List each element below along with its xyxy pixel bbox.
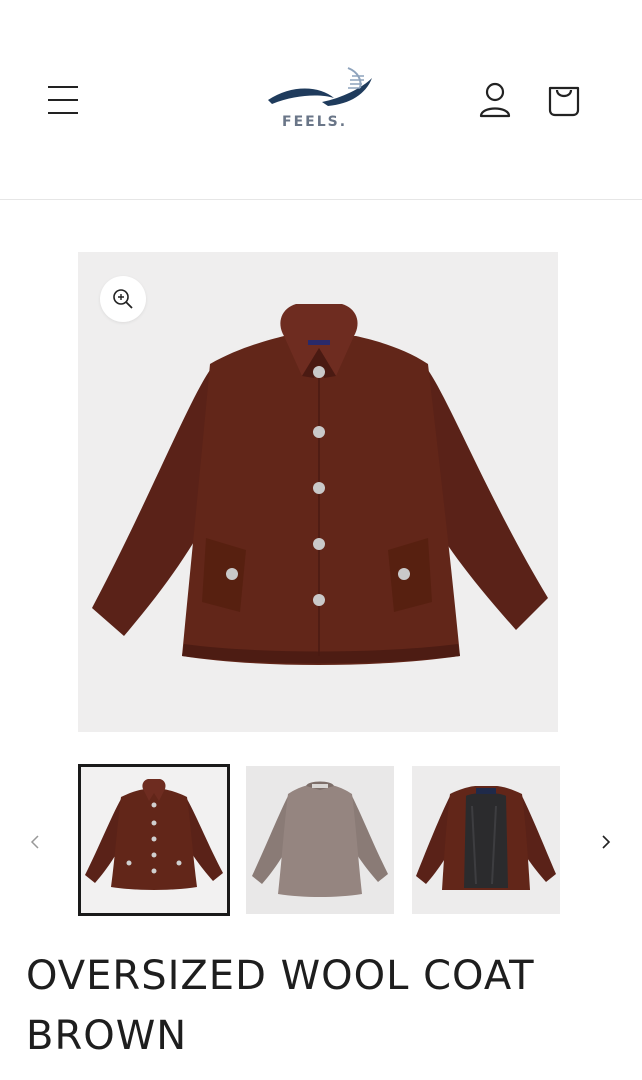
hamburger-icon <box>48 86 78 88</box>
thumbnail-1[interactable] <box>78 764 230 916</box>
cart-button[interactable] <box>546 82 582 118</box>
site-header: FEELS. <box>0 0 642 200</box>
product-main-image[interactable] <box>78 252 558 732</box>
brand-logo[interactable]: FEELS. <box>262 64 380 136</box>
user-icon <box>479 82 511 118</box>
thumbnail-3[interactable] <box>412 766 560 914</box>
menu-button[interactable] <box>46 84 80 116</box>
coat-front-image <box>92 304 548 665</box>
thumbnail-2[interactable] <box>246 766 394 914</box>
previous-button[interactable] <box>28 834 44 850</box>
next-button[interactable] <box>598 834 614 850</box>
chevron-right-icon <box>602 835 611 849</box>
coat-lining-thumbnail <box>416 786 556 890</box>
coat-front-thumbnail <box>85 779 223 890</box>
product-title: OVERSIZED WOOL COAT BROWN <box>26 953 535 1059</box>
thumbnail-slider <box>0 764 642 916</box>
zoom-in-icon <box>113 289 133 309</box>
coat-back-thumbnail <box>252 781 388 897</box>
bag-icon <box>548 86 580 117</box>
account-button[interactable] <box>478 82 512 118</box>
logo-wave-icon <box>268 67 372 106</box>
brand-name: FEELS. <box>282 114 348 130</box>
zoom-button[interactable] <box>100 276 146 322</box>
chevron-left-icon <box>30 835 39 849</box>
